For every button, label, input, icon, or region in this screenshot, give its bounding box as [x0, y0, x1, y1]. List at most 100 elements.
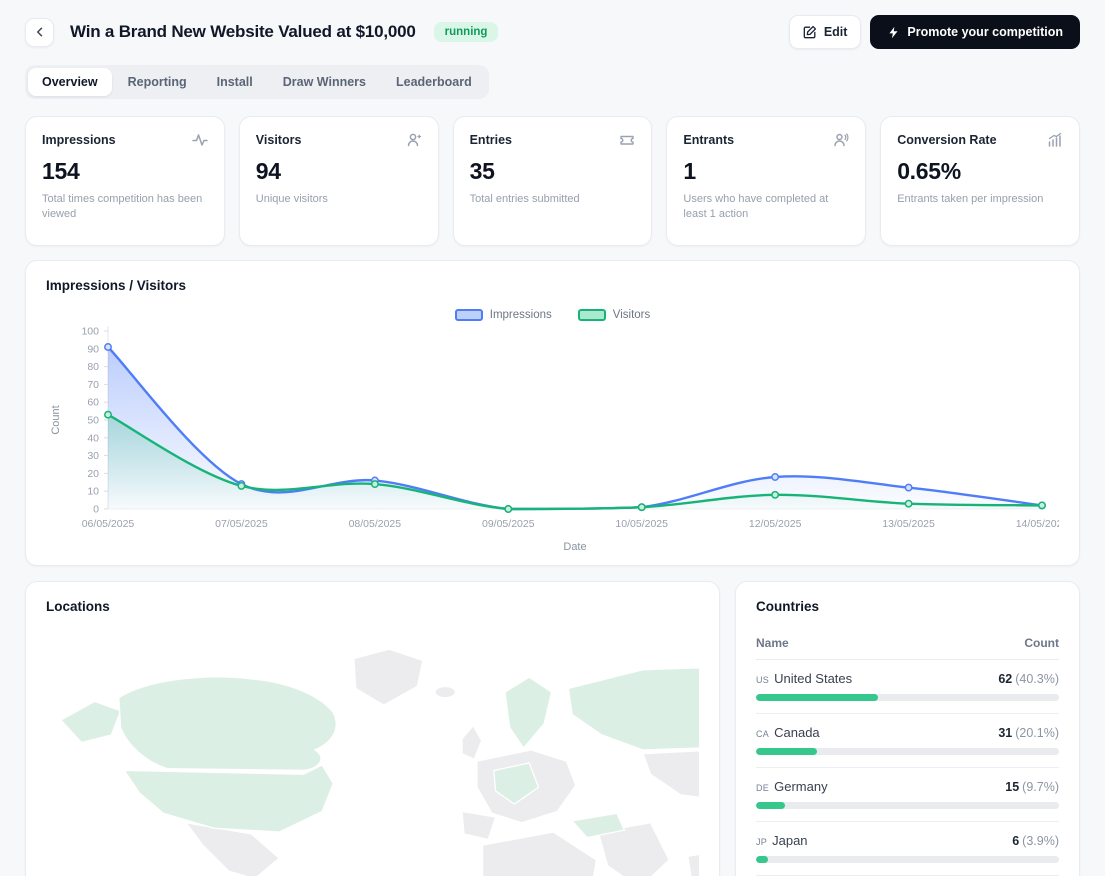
country-bar-fill	[756, 856, 768, 863]
svg-text:Count: Count	[50, 405, 62, 434]
country-row-canada: CA Canada 31 (20.1%)	[756, 714, 1059, 768]
svg-text:10/05/2025: 10/05/2025	[615, 518, 668, 530]
bottom-row: Locations Countries Name Count US United…	[25, 581, 1080, 876]
legend-label: Visitors	[612, 309, 651, 321]
svg-text:90: 90	[87, 343, 99, 355]
svg-text:30: 30	[87, 450, 99, 462]
svg-text:12/05/2025: 12/05/2025	[749, 518, 802, 530]
locations-title: Locations	[46, 599, 110, 614]
edit-button-label: Edit	[823, 25, 848, 39]
svg-text:80: 80	[87, 361, 99, 373]
svg-text:14/05/2025: 14/05/2025	[1016, 518, 1059, 530]
stat-value: 1	[683, 158, 696, 184]
svg-text:13/05/2025: 13/05/2025	[882, 518, 935, 530]
stat-card-visitors: Visitors 94 Unique visitors	[238, 116, 439, 246]
country-bar-track	[756, 694, 1059, 701]
column-header-name: Name	[756, 636, 789, 650]
stat-description: Unique visitors	[255, 193, 328, 205]
country-bar-fill	[756, 694, 879, 701]
impressions-visitors-chart-card: Impressions / Visitors Impressions Visit…	[25, 260, 1080, 566]
legend-item-visitors[interactable]: Visitors	[577, 309, 651, 321]
stat-value: 154	[42, 158, 80, 184]
stat-card-conversion-rate: Conversion Rate 0.65% Entrants taken per…	[880, 116, 1080, 246]
stat-card-entrants: Entrants 1 Users who have completed at l…	[666, 116, 867, 246]
svg-text:09/05/2025: 09/05/2025	[482, 518, 535, 530]
visitors-legend-swatch	[577, 309, 606, 321]
country-count: 62 (40.3%)	[998, 672, 1059, 686]
legend-label: Impressions	[489, 309, 552, 321]
world-map[interactable]	[46, 638, 699, 876]
tab-reporting[interactable]: Reporting	[114, 68, 201, 96]
svg-text:07/05/2025: 07/05/2025	[215, 518, 268, 530]
svg-text:70: 70	[87, 379, 99, 391]
country-count: 6 (3.9%)	[1012, 834, 1059, 848]
stat-card-entries: Entries 35 Total entries submitted	[452, 116, 653, 246]
country-bar-fill	[756, 802, 786, 809]
user-icon	[406, 132, 422, 148]
countries-card: Countries Name Count US United States 62(…	[735, 581, 1080, 876]
country-code: US	[756, 675, 770, 685]
stat-description: Entrants taken per impression	[897, 193, 1044, 205]
map-iberia	[461, 810, 497, 841]
svg-text:60: 60	[87, 397, 99, 409]
stat-card-impressions: Impressions 154 Total times competition …	[25, 116, 225, 246]
map-scandinavia	[504, 676, 553, 749]
stat-label: Entries	[469, 133, 512, 147]
legend-item-impressions[interactable]: Impressions	[454, 309, 552, 321]
stats-row: Impressions 154 Total times competition …	[25, 116, 1080, 246]
countries-title: Countries	[756, 599, 820, 614]
svg-text:50: 50	[87, 415, 99, 427]
bar-chart-icon	[1047, 132, 1063, 148]
stat-value: 35	[469, 158, 495, 184]
svg-text:10: 10	[87, 486, 99, 498]
promote-competition-button[interactable]: Promote your competition	[870, 15, 1080, 49]
country-count: 31 (20.1%)	[998, 726, 1059, 740]
stat-label: Conversion Rate	[897, 133, 997, 147]
svg-text:20: 20	[87, 468, 99, 480]
map-greenland	[353, 648, 424, 706]
status-badge: running	[433, 22, 499, 42]
locations-card: Locations	[25, 581, 720, 876]
stat-description: Total entries submitted	[469, 193, 580, 205]
back-button[interactable]	[25, 17, 54, 47]
chart-title: Impressions / Visitors	[46, 278, 187, 293]
tab-install[interactable]: Install	[203, 68, 267, 96]
stat-description: Users who have completed at least 1 acti…	[683, 193, 829, 221]
country-name: JP Japan	[756, 833, 808, 848]
impressions-legend-swatch	[454, 309, 483, 321]
promote-button-label: Promote your competition	[907, 25, 1063, 39]
header-actions: Edit Promote your competition	[788, 15, 1080, 49]
chevron-left-icon	[36, 27, 42, 37]
map-central-asia	[642, 750, 699, 798]
map-uk	[461, 725, 483, 760]
page-header: Win a Brand New Website Valued at $10,00…	[25, 15, 1080, 49]
tab-overview[interactable]: Overview	[28, 68, 112, 96]
svg-text:0: 0	[93, 504, 99, 516]
country-code: DE	[756, 783, 770, 793]
map-canada	[118, 676, 337, 772]
country-bar-fill	[756, 748, 817, 755]
country-row-united-states: US United States 62 (40.3%)	[756, 660, 1059, 714]
tab-leaderboard[interactable]: Leaderboard	[382, 68, 486, 96]
country-name: CA Canada	[756, 725, 820, 740]
tab-draw-winners[interactable]: Draw Winners	[269, 68, 380, 96]
ticket-icon	[619, 132, 635, 148]
map-alaska	[60, 700, 122, 744]
map-africa	[481, 831, 598, 876]
country-name: DE Germany	[756, 779, 828, 794]
country-code: CA	[756, 729, 770, 739]
stat-label: Impressions	[42, 133, 116, 147]
country-bar-track	[756, 748, 1059, 755]
stat-description: Total times competition has been viewed	[42, 193, 203, 221]
country-row-japan: JP Japan 6 (3.9%)	[756, 822, 1059, 876]
zap-icon	[889, 26, 898, 38]
svg-text:Date: Date	[563, 541, 586, 553]
activity-icon	[192, 132, 208, 148]
country-row-germany: DE Germany 15 (9.7%)	[756, 768, 1059, 822]
impressions-visitors-line-chart[interactable]: 0 10 20 30 40 50 60 70 80 90 100 06/05/2025 07/05/20…	[46, 323, 1059, 555]
edit-button[interactable]: Edit	[788, 15, 862, 49]
page-title: Win a Brand New Website Valued at $10,00…	[70, 22, 416, 41]
chart-legend: Impressions Visitors	[46, 309, 1059, 321]
svg-text:100: 100	[81, 326, 99, 338]
country-count: 15 (9.7%)	[1005, 780, 1059, 794]
